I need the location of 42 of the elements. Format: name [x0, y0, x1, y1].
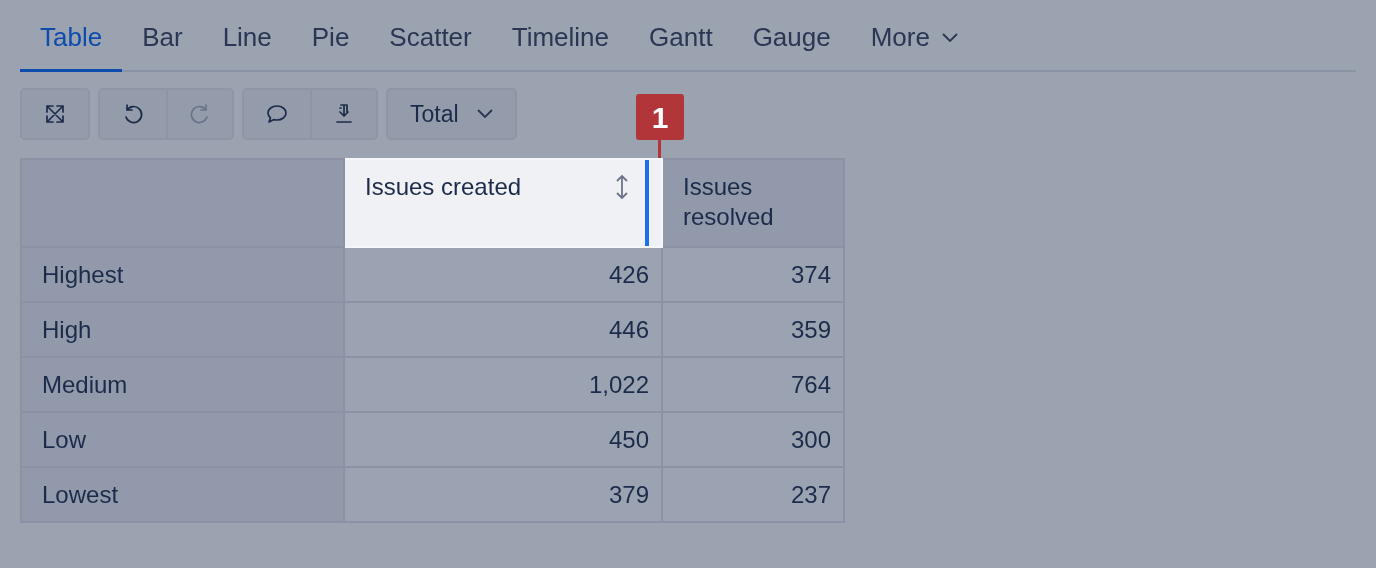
table-cell: 237: [662, 467, 844, 522]
tab[interactable]: Gantt: [629, 18, 733, 72]
table-cell: 300: [662, 412, 844, 467]
tab[interactable]: Bar: [122, 18, 203, 72]
chevron-down-icon: [476, 109, 493, 119]
row-label: High: [21, 302, 344, 357]
speech-bubble-icon: [266, 103, 288, 125]
download-button[interactable]: [310, 90, 376, 138]
table-cell: 446: [344, 302, 662, 357]
table-cell: 359: [662, 302, 844, 357]
callout-marker: 1: [636, 94, 684, 140]
undo-button[interactable]: [100, 90, 166, 138]
table-cell: 379: [344, 467, 662, 522]
table-cell: 1,022: [344, 357, 662, 412]
undo-icon: [122, 103, 144, 125]
tab[interactable]: Line: [202, 18, 292, 72]
table-cell: 426: [344, 247, 662, 302]
download-icon: [333, 103, 355, 125]
tab[interactable]: Gauge: [732, 18, 851, 72]
redo-icon: [189, 103, 211, 125]
tab[interactable]: Pie: [291, 18, 370, 72]
tab[interactable]: Scatter: [369, 18, 492, 72]
row-label: Low: [21, 412, 344, 467]
column-header[interactable]: Issues created: [344, 159, 662, 247]
speech-bubble-button[interactable]: [244, 90, 310, 138]
tab[interactable]: More: [850, 18, 978, 72]
total-dropdown[interactable]: Total: [386, 88, 517, 140]
leader-line: [658, 140, 661, 158]
expand-icon: [44, 103, 66, 125]
row-label: Lowest: [21, 467, 344, 522]
row-label: Medium: [21, 357, 344, 412]
table-cell: 374: [662, 247, 844, 302]
chevron-down-icon: [941, 32, 958, 43]
row-label: Highest: [21, 247, 344, 302]
resize-handle[interactable]: [645, 160, 649, 246]
tab[interactable]: Table: [20, 18, 123, 72]
table-cell: 764: [662, 357, 844, 412]
table-cell: 450: [344, 412, 662, 467]
expand-button[interactable]: [22, 90, 88, 138]
tab[interactable]: Timeline: [491, 18, 630, 72]
column-header: Issues resolved: [662, 159, 844, 247]
sort-icon[interactable]: [615, 174, 629, 200]
